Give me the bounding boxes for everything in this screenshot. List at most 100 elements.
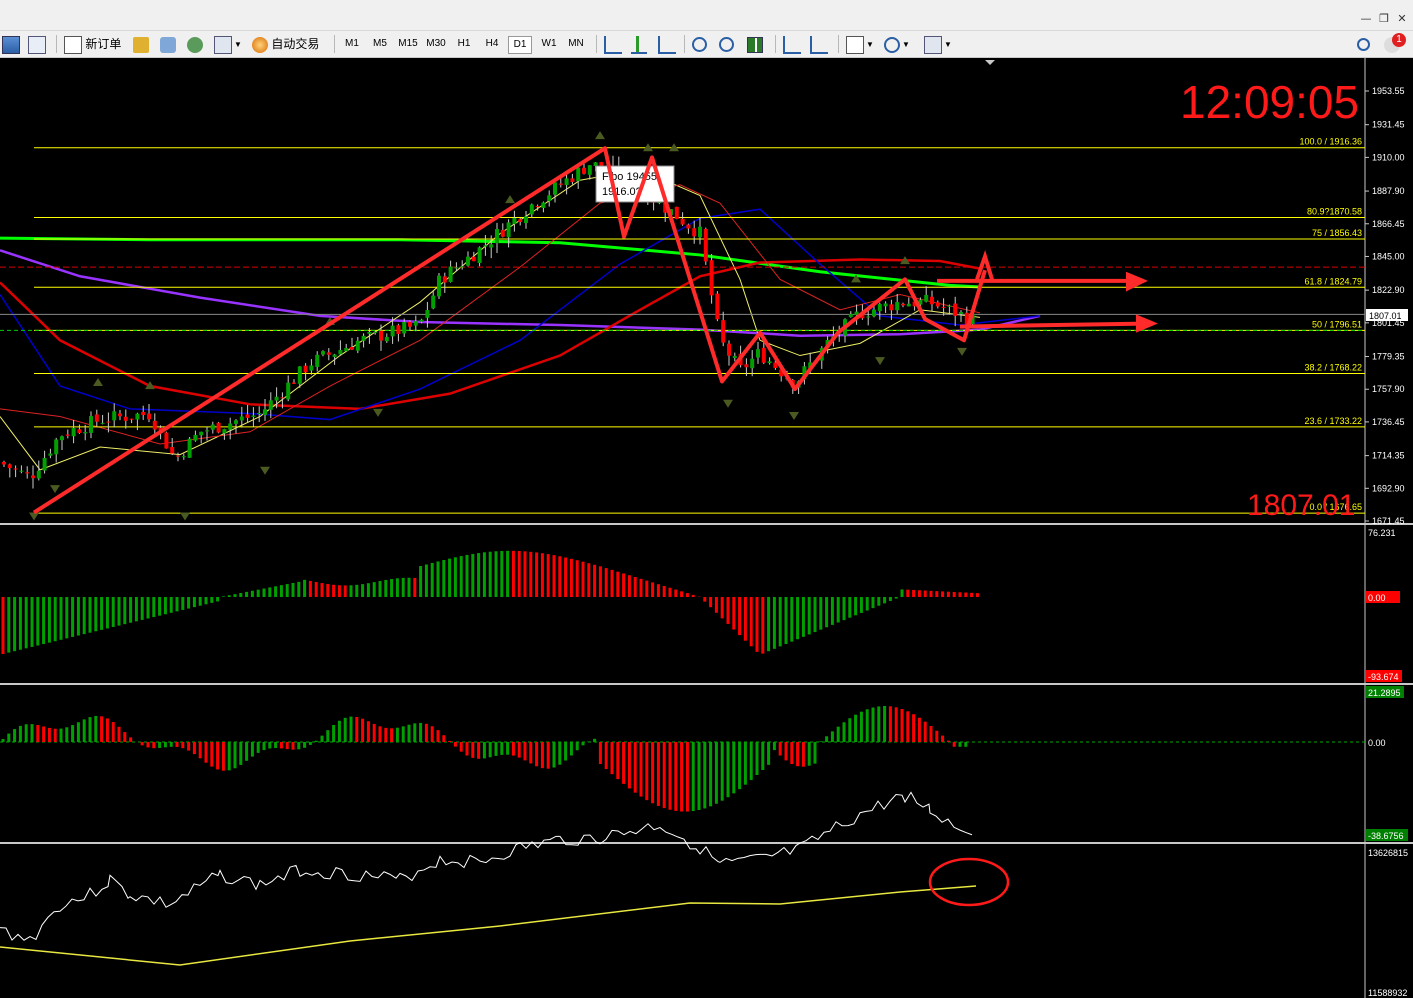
timeframe-m1[interactable]: M1	[341, 36, 363, 52]
indicators-icon[interactable]: ▼	[846, 34, 874, 54]
timeframe-h4[interactable]: H4	[481, 36, 503, 52]
timeframe-h1[interactable]: H1	[453, 36, 475, 52]
macd-bar	[772, 597, 776, 649]
macd-bar	[941, 591, 945, 597]
osc-bar	[825, 736, 829, 742]
candle-body	[877, 304, 882, 312]
candle-body	[727, 343, 731, 356]
zoom-in-icon[interactable]	[692, 34, 707, 54]
timeframe-w1[interactable]: W1	[538, 36, 560, 52]
new-order-button[interactable]: 新订单	[64, 34, 121, 54]
chart-canvas[interactable]: 100.0 / 1916.36 80.9?1870.58 75 / 1856.43 6…	[0, 58, 1413, 998]
zoom-out-icon[interactable]	[719, 34, 734, 54]
macd-bar	[726, 597, 730, 624]
candle-body	[112, 411, 117, 421]
candlestick-icon[interactable]	[631, 34, 647, 54]
timeframe-mn[interactable]: MN	[565, 36, 587, 52]
macd-bar	[471, 553, 475, 597]
candle-body	[245, 414, 250, 418]
notification-button[interactable]: 1	[1384, 33, 1406, 54]
candle-body	[164, 432, 169, 449]
macd-bar	[343, 585, 347, 597]
timeframe-m15[interactable]: M15	[397, 36, 419, 52]
osc-bar	[854, 714, 858, 742]
candle-body	[199, 431, 204, 436]
candle-body	[129, 418, 134, 420]
osc-bar	[645, 742, 649, 801]
candle-body	[193, 434, 198, 441]
candle-body	[170, 446, 175, 454]
fractal-down-icon	[180, 512, 190, 521]
osc-bar	[691, 742, 695, 812]
osc-bar	[813, 742, 817, 764]
macd-bar	[488, 551, 492, 597]
price-axis-label: 1866.45	[1372, 219, 1405, 229]
timeframe-d1[interactable]: D1	[508, 36, 532, 54]
chart-shift-marker[interactable]	[985, 60, 995, 65]
osc-bar	[210, 742, 214, 767]
osc-bar	[517, 742, 521, 758]
timeframe-m5[interactable]: M5	[369, 36, 391, 52]
osc-bar	[204, 742, 208, 763]
osc-bar	[436, 730, 440, 742]
auto-trading-button[interactable]: 自动交易	[252, 34, 319, 54]
restore-icon[interactable]: ❐	[1376, 12, 1392, 26]
periods-icon[interactable]: ▼	[884, 34, 910, 54]
osc-bar	[552, 742, 556, 768]
macd-bar	[105, 597, 109, 629]
templates-icon[interactable]: ▼	[924, 34, 952, 54]
chart-shift-icon[interactable]	[810, 34, 828, 54]
new-chart-icon[interactable]	[2, 34, 20, 54]
macd-bar	[778, 597, 782, 647]
candle-body	[89, 416, 93, 433]
terminal-icon[interactable]: ▼	[214, 34, 242, 54]
candle-body	[106, 421, 111, 423]
candle-body	[895, 302, 900, 311]
autoscroll-icon[interactable]	[783, 34, 801, 54]
profiles-icon[interactable]	[28, 34, 46, 54]
osc-bar	[952, 742, 956, 747]
chart-window[interactable]: 100.0 / 1916.36 80.9?1870.58 75 / 1856.43 6…	[0, 58, 1413, 998]
macd-bar	[546, 554, 550, 597]
osc-bar	[413, 723, 417, 742]
osc-panel-scale: 21.2895 0.00 -38.6756	[1366, 686, 1408, 841]
fibonacci-level-label: 50 / 1796.51	[1312, 319, 1362, 329]
minimize-icon[interactable]: —	[1358, 12, 1374, 26]
macd-bar	[842, 597, 846, 621]
macd-bar	[674, 589, 678, 597]
osc-bar	[558, 742, 562, 765]
search-icon[interactable]	[1357, 34, 1370, 54]
bar-chart-icon[interactable]	[604, 34, 622, 54]
fractal-down-icon	[29, 512, 39, 521]
timeframe-m30[interactable]: M30	[425, 36, 447, 52]
osc-bar	[169, 742, 173, 747]
candle-body	[431, 295, 436, 309]
macd-bar	[175, 597, 179, 612]
navigator-icon[interactable]	[160, 34, 176, 54]
macd-bar	[714, 597, 718, 613]
macd-bar	[668, 587, 672, 597]
fibonacci-level-label: 100.0 / 1916.36	[1299, 137, 1362, 147]
fractal-down-icon	[260, 466, 270, 475]
osc-bar	[47, 727, 51, 742]
candle-body	[721, 320, 726, 343]
macd-bar	[71, 597, 75, 637]
candle-body	[941, 306, 946, 308]
tile-windows-icon[interactable]	[747, 34, 763, 54]
osc-bar	[53, 728, 57, 742]
candle-body	[547, 195, 552, 202]
close-icon[interactable]: ✕	[1394, 12, 1410, 26]
candle-body	[228, 423, 233, 430]
macd-bar	[494, 551, 498, 597]
candle-body	[216, 422, 221, 433]
osc-bar	[755, 742, 759, 776]
market-watch-icon[interactable]	[187, 34, 203, 54]
macd-bar	[430, 562, 434, 597]
macd-bar	[465, 554, 469, 597]
candle-body	[367, 332, 372, 334]
osc-bar	[511, 742, 515, 756]
line-chart-icon[interactable]	[658, 34, 676, 54]
metaeditor-icon[interactable]	[133, 34, 149, 54]
macd-bar	[506, 550, 510, 597]
macd-bar	[540, 553, 544, 597]
